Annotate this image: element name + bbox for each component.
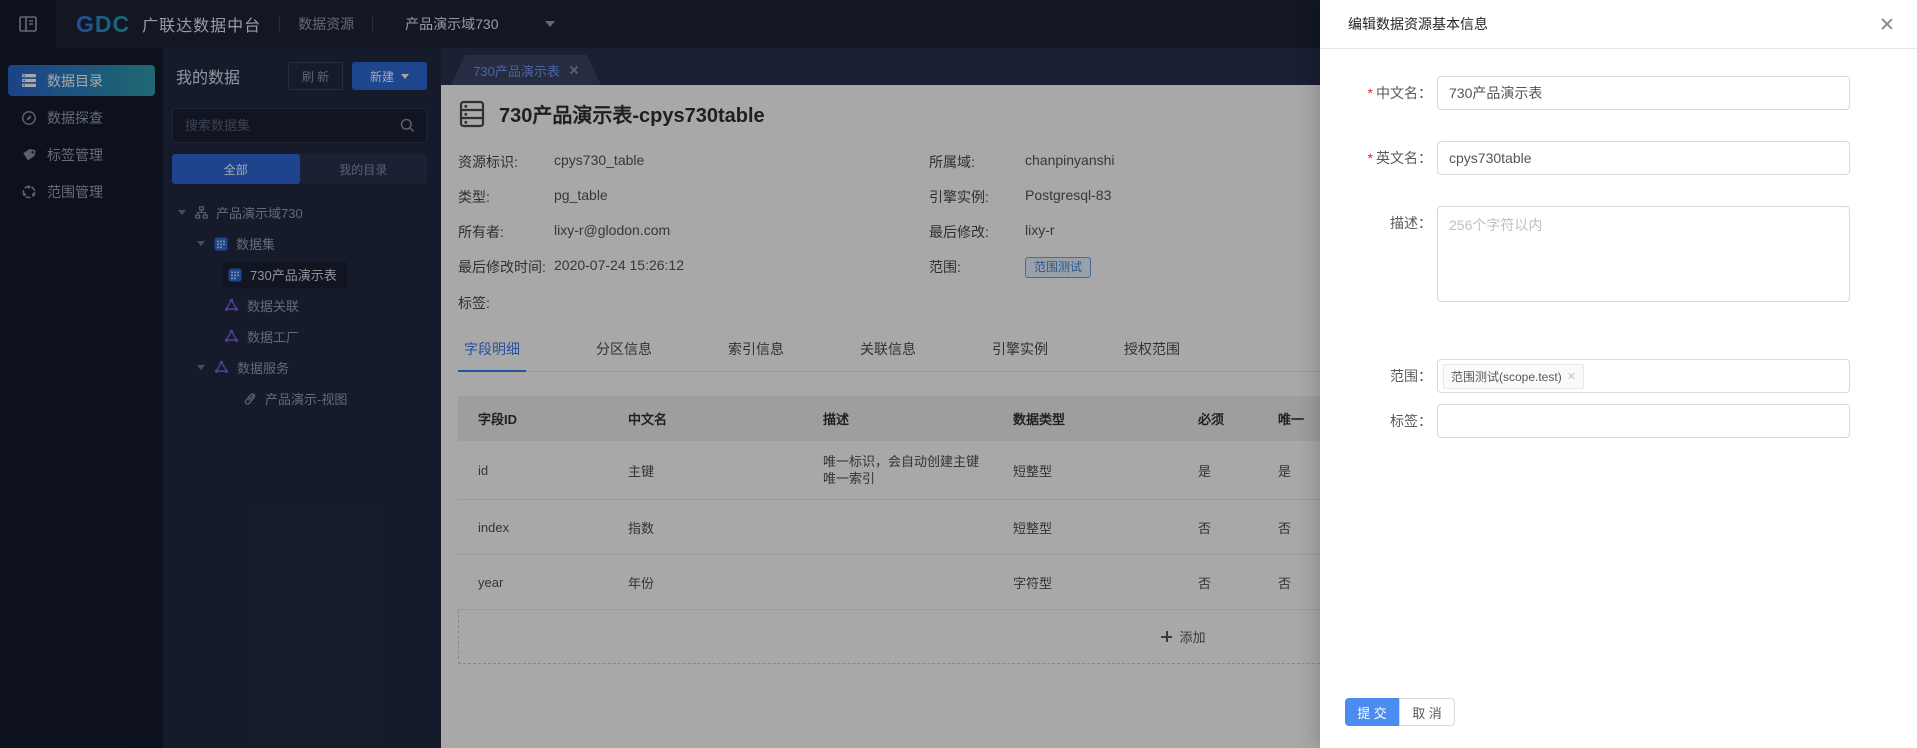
scope-chip: 范围测试(scope.test)	[1443, 364, 1584, 389]
submit-button[interactable]: 提 交	[1345, 698, 1399, 726]
app-root: GDC 广联达数据中台 数据资源 产品演示域730 数据目录 数据探查	[0, 0, 1917, 748]
field-label-cn: *中文名：	[1320, 76, 1432, 110]
field-label-scope: 范围：	[1320, 359, 1432, 393]
edit-resource-drawer: 编辑数据资源基本信息 *中文名： *英文名： 描述： 范围： 范围测试(scop…	[1320, 0, 1917, 748]
field-label-en: *英文名：	[1320, 141, 1432, 175]
drawer-title: 编辑数据资源基本信息	[1348, 14, 1879, 34]
chip-remove-icon[interactable]	[1568, 372, 1576, 380]
required-asterisk: *	[1368, 150, 1373, 166]
description-field[interactable]	[1437, 206, 1850, 302]
close-icon[interactable]	[1879, 17, 1893, 31]
field-label-tag: 标签：	[1320, 404, 1432, 438]
cancel-button[interactable]: 取 消	[1399, 698, 1455, 726]
scope-field[interactable]: 范围测试(scope.test)	[1437, 359, 1850, 393]
tag-field[interactable]	[1437, 404, 1850, 438]
en-name-field[interactable]	[1437, 141, 1850, 175]
cn-name-field[interactable]	[1437, 76, 1850, 110]
field-label-desc: 描述：	[1320, 206, 1432, 302]
required-asterisk: *	[1368, 85, 1373, 101]
drawer-mask[interactable]	[0, 0, 1320, 748]
edit-resource-form: *中文名： *英文名： 描述： 范围： 范围测试(scope.test)	[1320, 49, 1917, 438]
